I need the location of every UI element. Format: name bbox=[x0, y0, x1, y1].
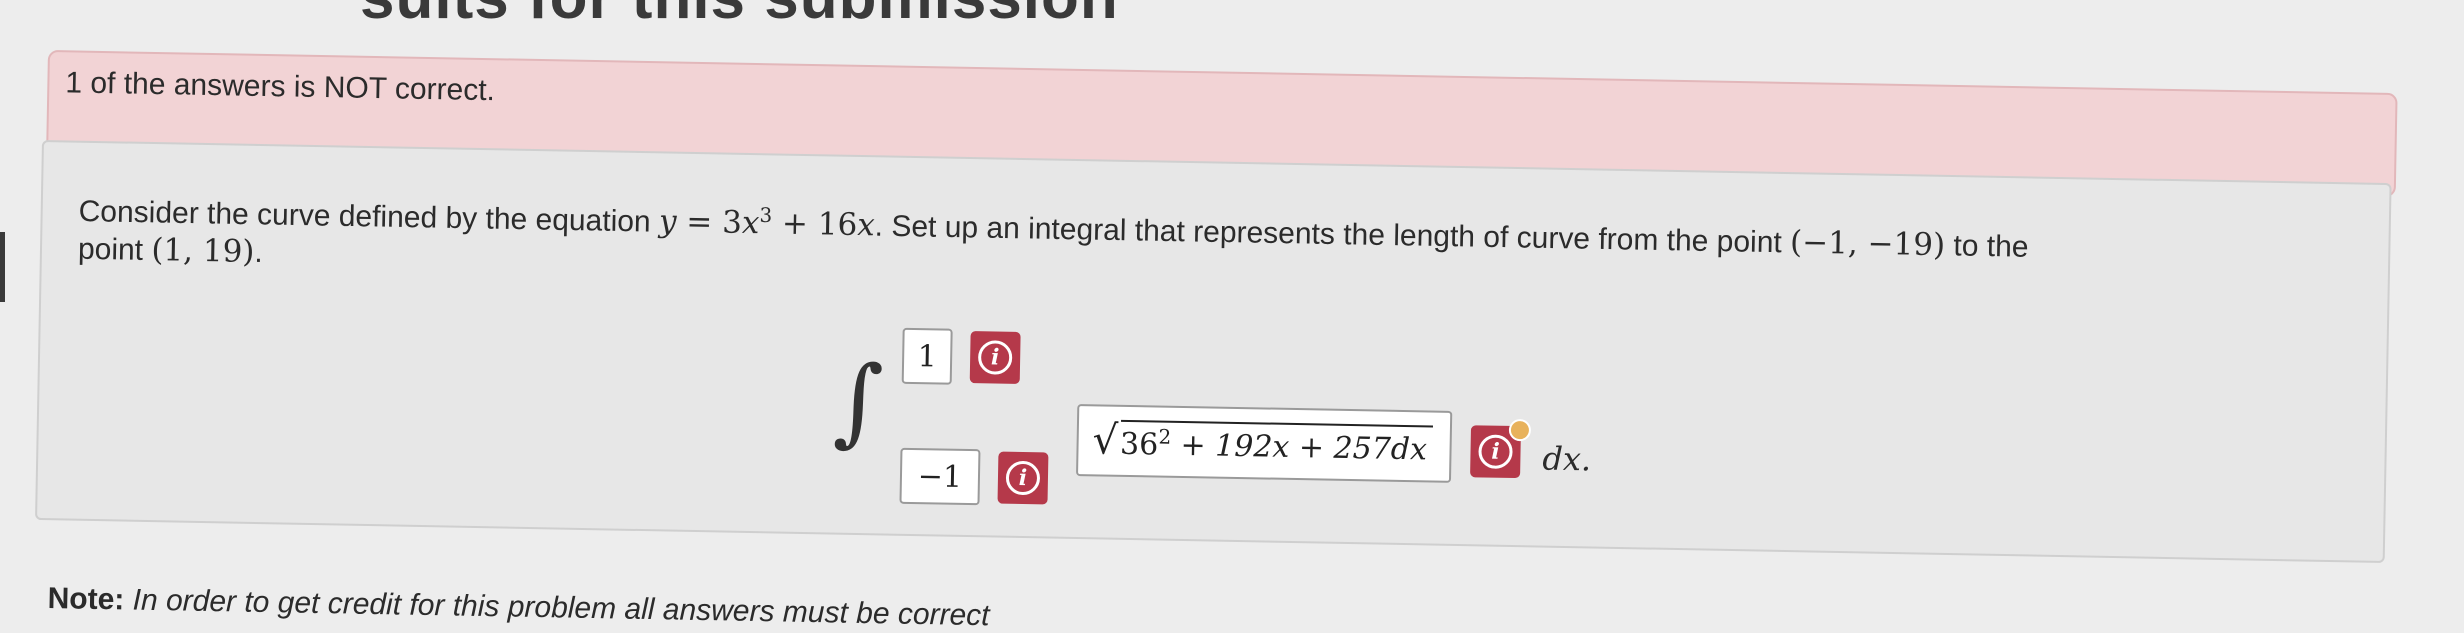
cursor-indicator-icon bbox=[1508, 418, 1532, 442]
info-icon: i bbox=[1005, 460, 1041, 496]
note-label: Note: bbox=[47, 582, 125, 617]
info-icon: i bbox=[1478, 434, 1513, 469]
integral-sign: ∫ bbox=[832, 344, 885, 458]
info-icon: i bbox=[977, 340, 1013, 375]
lower-limit-input[interactable]: −1 bbox=[899, 447, 981, 506]
problem-panel: Consider the curve defined by the equati… bbox=[35, 140, 2392, 563]
results-heading: sults for this submission bbox=[360, 0, 1119, 33]
equation: y = 3x3 + 16x bbox=[658, 203, 876, 244]
square-root-icon: √ bbox=[1092, 417, 1119, 464]
end-point: (1, 19) bbox=[151, 232, 255, 270]
note: Note: In order to get credit for this pr… bbox=[47, 582, 989, 633]
page-edge-bar bbox=[0, 232, 5, 302]
question-line-2: point (1, 19). bbox=[78, 231, 263, 270]
question-line-1: Consider the curve defined by the equati… bbox=[78, 191, 2028, 265]
integrand-input[interactable]: √ 362 + 192x + 257dx bbox=[1076, 404, 1453, 483]
start-point: (−1, −19) bbox=[1789, 224, 1946, 264]
question-text-end: to the bbox=[1944, 229, 2029, 264]
lower-limit-feedback-button[interactable]: i bbox=[997, 451, 1049, 505]
alert-text: 1 of the answers is NOT correct. bbox=[65, 66, 496, 108]
integrand-expression: 362 + 192x + 257dx bbox=[1119, 419, 1434, 468]
question-text-period: . bbox=[254, 235, 264, 270]
upper-limit-feedback-button[interactable]: i bbox=[969, 331, 1021, 384]
differential: dx. bbox=[1542, 439, 1592, 479]
upper-limit-input[interactable]: 1 bbox=[901, 327, 953, 385]
question-text-mid: . Set up an integral that represents the… bbox=[874, 209, 1791, 260]
note-text: In order to get credit for this problem … bbox=[124, 583, 990, 633]
question-text-line2: point bbox=[77, 232, 152, 268]
